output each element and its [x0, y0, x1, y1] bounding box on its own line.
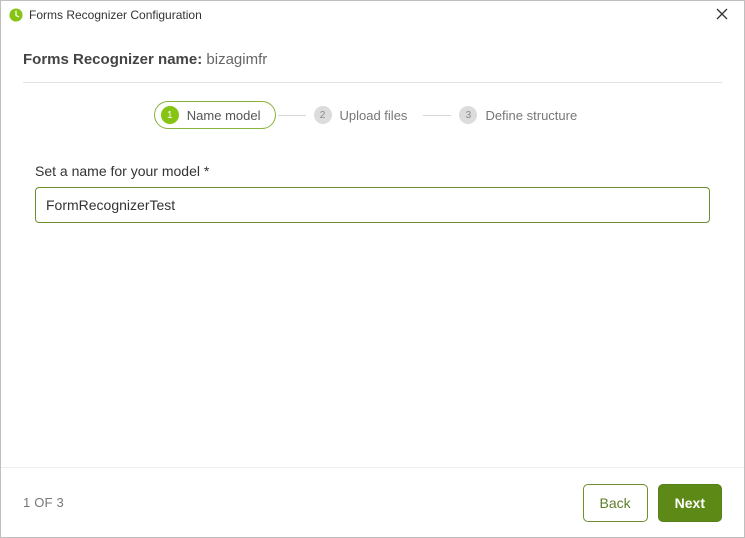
divider — [23, 82, 722, 83]
step-separator — [278, 115, 306, 116]
recognizer-name-label: Forms Recognizer name: — [23, 51, 202, 68]
step-label-1: Name model — [187, 108, 261, 123]
step-badge-1: 1 — [161, 106, 179, 124]
window-title: Forms Recognizer Configuration — [29, 8, 708, 22]
step-badge-3: 3 — [459, 106, 477, 124]
step-label-3: Define structure — [485, 108, 577, 123]
app-icon — [9, 8, 23, 22]
recognizer-name-row: Forms Recognizer name: bizagimfr — [23, 51, 722, 68]
dialog-window: Forms Recognizer Configuration Forms Rec… — [0, 0, 745, 538]
recognizer-name-value: bizagimfr — [206, 51, 267, 68]
page-indicator: 1 OF 3 — [23, 495, 573, 510]
step-upload-files[interactable]: 2 Upload files — [308, 102, 422, 128]
wizard-stepper: 1 Name model 2 Upload files 3 Define str… — [23, 101, 722, 129]
step-define-structure[interactable]: 3 Define structure — [453, 102, 591, 128]
step-label-2: Upload files — [340, 108, 408, 123]
close-icon[interactable] — [708, 7, 736, 23]
step-separator — [423, 115, 451, 116]
dialog-footer: 1 OF 3 Back Next — [1, 467, 744, 537]
step-name-model[interactable]: 1 Name model — [154, 101, 276, 129]
model-name-label: Set a name for your model * — [35, 163, 710, 179]
model-name-input[interactable] — [35, 187, 710, 223]
next-button[interactable]: Next — [658, 484, 722, 522]
back-button[interactable]: Back — [583, 484, 648, 522]
step-badge-2: 2 — [314, 106, 332, 124]
dialog-content: Forms Recognizer name: bizagimfr 1 Name … — [1, 29, 744, 467]
titlebar: Forms Recognizer Configuration — [1, 1, 744, 29]
